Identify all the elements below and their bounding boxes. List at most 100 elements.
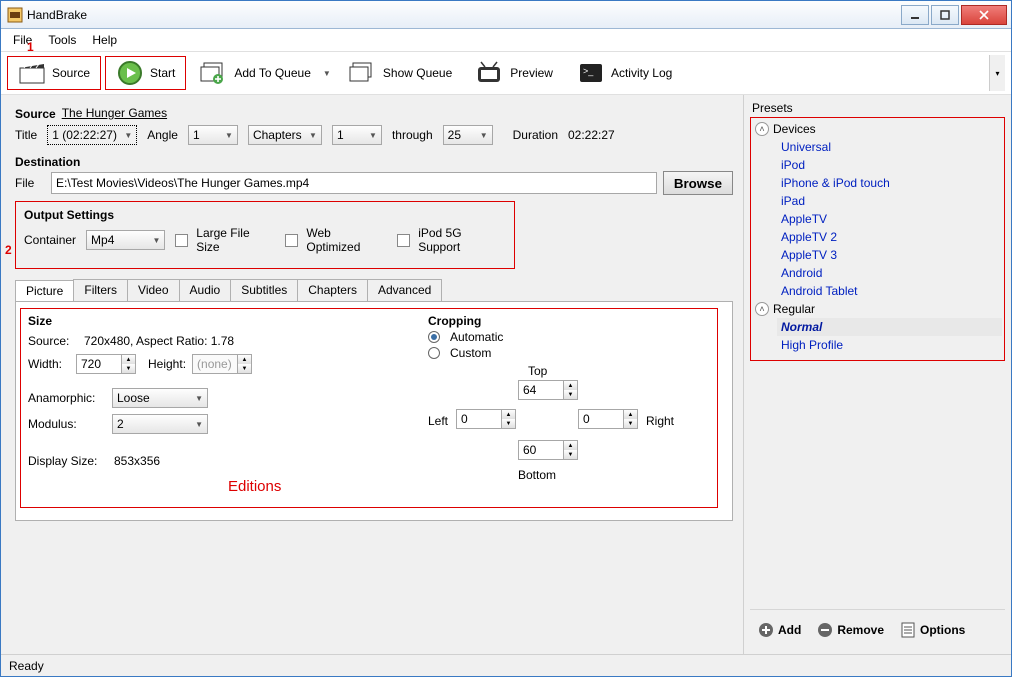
- menu-file[interactable]: File: [5, 31, 40, 49]
- crop-left-label: Left: [428, 414, 448, 428]
- tab-advanced[interactable]: Advanced: [367, 279, 442, 301]
- preset-item[interactable]: Android Tablet: [777, 282, 1002, 300]
- container-label: Container: [24, 233, 76, 247]
- chapter-start-value: 1: [337, 128, 344, 142]
- tab-filters[interactable]: Filters: [73, 279, 128, 301]
- presets-bottom-bar: Add Remove Options: [750, 609, 1005, 650]
- crop-custom-radio[interactable]: Custom: [428, 346, 668, 360]
- preset-item[interactable]: AppleTV: [777, 210, 1002, 228]
- tab-subtitles[interactable]: Subtitles: [230, 279, 298, 301]
- anamorphic-dropdown[interactable]: Loose▼: [112, 388, 208, 408]
- modulus-dropdown[interactable]: 2▼: [112, 414, 208, 434]
- chapter-start-dropdown[interactable]: 1▼: [332, 125, 382, 145]
- preset-options-button[interactable]: Options: [894, 618, 971, 642]
- title-label: Title: [15, 128, 37, 142]
- range-mode-dropdown[interactable]: Chapters▼: [248, 125, 322, 145]
- radio-icon: [428, 347, 440, 359]
- preset-item[interactable]: High Profile: [777, 336, 1002, 354]
- close-button[interactable]: [961, 5, 1007, 25]
- start-button[interactable]: Start: [105, 56, 186, 90]
- crop-automatic-radio[interactable]: Automatic: [428, 330, 668, 344]
- annotation-2: 2: [5, 243, 12, 257]
- preset-item[interactable]: Normal: [777, 318, 1002, 336]
- add-to-queue-dropdown[interactable]: ▼: [321, 56, 333, 90]
- tab-content-picture: Size Source: 720x480, Aspect Ratio: 1.78…: [15, 301, 733, 521]
- large-file-checkbox[interactable]: Large File Size: [175, 226, 275, 254]
- ipod-5g-checkbox[interactable]: iPod 5G Support: [397, 226, 506, 254]
- chapter-end-value: 25: [448, 128, 461, 142]
- preset-item[interactable]: iPhone & iPod touch: [777, 174, 1002, 192]
- preview-button[interactable]: Preview: [466, 56, 563, 90]
- crop-left-spinner[interactable]: ▲▼: [456, 409, 516, 429]
- body: Source The Hunger Games Title 1 (02:22:2…: [1, 95, 1011, 654]
- tv-icon: [476, 59, 504, 87]
- output-settings-box: Output Settings Container Mp4▼ Large Fil…: [15, 201, 515, 269]
- status-bar: Ready: [1, 654, 1011, 676]
- maximize-button[interactable]: [931, 5, 959, 25]
- play-icon: [116, 59, 144, 87]
- cropping-header: Cropping: [428, 314, 668, 328]
- preset-item[interactable]: iPod: [777, 156, 1002, 174]
- minus-circle-icon: [817, 622, 833, 638]
- main-window: HandBrake File Tools Help 1 Source: [0, 0, 1012, 677]
- preset-item[interactable]: Android: [777, 264, 1002, 282]
- tab-audio[interactable]: Audio: [179, 279, 232, 301]
- preset-item[interactable]: Universal: [777, 138, 1002, 156]
- terminal-icon: >_: [577, 59, 605, 87]
- tab-picture[interactable]: Picture: [15, 280, 74, 302]
- destination-path-value: E:\Test Movies\Videos\The Hunger Games.m…: [56, 176, 309, 190]
- presets-group-devices[interactable]: ˄ Devices: [753, 120, 1002, 138]
- file-label: File: [15, 176, 45, 190]
- add-to-queue-button[interactable]: Add To Queue: [190, 56, 321, 90]
- crop-top-label: Top: [528, 364, 547, 378]
- crop-right-spinner[interactable]: ▲▼: [578, 409, 638, 429]
- width-spinner[interactable]: ▲▼: [76, 354, 136, 374]
- width-label: Width:: [28, 357, 70, 371]
- container-value: Mp4: [91, 233, 114, 247]
- source-button[interactable]: Source: [7, 56, 101, 90]
- presets-tree: ˄ Devices UniversaliPodiPhone & iPod tou…: [750, 117, 1005, 361]
- crop-top-spinner[interactable]: ▲▼: [518, 380, 578, 400]
- browse-button[interactable]: Browse: [663, 171, 733, 195]
- preset-add-button[interactable]: Add: [752, 618, 807, 642]
- title-bar: HandBrake: [1, 1, 1011, 29]
- preset-item[interactable]: AppleTV 3: [777, 246, 1002, 264]
- menu-tools[interactable]: Tools: [40, 31, 84, 49]
- plus-circle-icon: [758, 622, 774, 638]
- chevron-down-icon[interactable]: ▼: [122, 364, 135, 373]
- preset-item[interactable]: AppleTV 2: [777, 228, 1002, 246]
- presets-header: Presets: [750, 99, 1005, 117]
- angle-dropdown[interactable]: 1▼: [188, 125, 238, 145]
- tab-video[interactable]: Video: [127, 279, 179, 301]
- title-dropdown[interactable]: 1 (02:22:27)▼: [47, 125, 137, 145]
- chevron-down-icon: ▼: [118, 131, 132, 140]
- show-queue-button[interactable]: Show Queue: [339, 56, 462, 90]
- minimize-button[interactable]: [901, 5, 929, 25]
- preset-item[interactable]: iPad: [777, 192, 1002, 210]
- left-pane: Source The Hunger Games Title 1 (02:22:2…: [1, 95, 743, 654]
- document-icon: [900, 622, 916, 638]
- crop-bottom-spinner[interactable]: ▲▼: [518, 440, 578, 460]
- collapse-icon: ˄: [755, 122, 769, 136]
- web-optimized-checkbox[interactable]: Web Optimized: [285, 226, 387, 254]
- preset-remove-button[interactable]: Remove: [811, 618, 890, 642]
- toolbar-overflow[interactable]: ▾: [989, 55, 1005, 91]
- presets-pane: Presets ˄ Devices UniversaliPodiPhone & …: [743, 95, 1011, 654]
- container-dropdown[interactable]: Mp4▼: [86, 230, 165, 250]
- tab-chapters[interactable]: Chapters: [297, 279, 368, 301]
- annotation-editions: Editions: [228, 478, 388, 495]
- queue-add-icon: [200, 59, 228, 87]
- activity-log-button[interactable]: >_ Activity Log: [567, 56, 682, 90]
- destination-path-input[interactable]: E:\Test Movies\Videos\The Hunger Games.m…: [51, 172, 657, 194]
- source-name: The Hunger Games: [62, 106, 167, 120]
- crop-right-label: Right: [646, 414, 674, 428]
- duration-value: 02:22:27: [568, 128, 615, 142]
- title-value: 1 (02:22:27): [52, 128, 117, 142]
- height-spinner[interactable]: ▲▼: [192, 354, 252, 374]
- display-size-value: 853x356: [114, 454, 160, 468]
- display-size-label: Display Size:: [28, 454, 108, 468]
- presets-group-regular[interactable]: ˄ Regular: [753, 300, 1002, 318]
- menu-help[interactable]: Help: [84, 31, 125, 49]
- chevron-up-icon[interactable]: ▲: [122, 355, 135, 364]
- chapter-end-dropdown[interactable]: 25▼: [443, 125, 493, 145]
